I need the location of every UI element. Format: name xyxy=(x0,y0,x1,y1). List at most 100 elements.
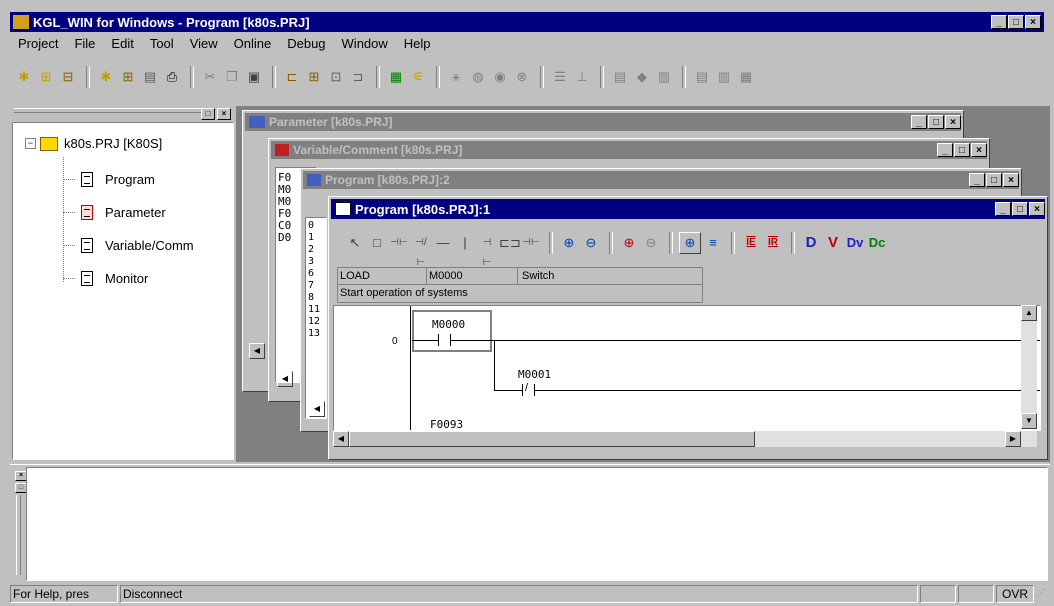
resize-grip[interactable]: ⋰ xyxy=(1036,586,1048,602)
menu-view[interactable]: View xyxy=(190,36,218,56)
window-icon[interactable] xyxy=(275,144,289,156)
window-icon-4[interactable]: ⊐ xyxy=(348,67,368,87)
window-icon-3[interactable]: ⊡ xyxy=(326,67,346,87)
contact-nc-icon[interactable]: ⊣/⊢ xyxy=(411,233,431,268)
tree-item-parameter[interactable]: Parameter xyxy=(63,196,194,229)
list-view-icon[interactable]: ≡ xyxy=(703,233,723,253)
parameter-scroll-left[interactable]: ◀ xyxy=(249,343,265,359)
ladder-canvas[interactable]: 0 M0000 M0001 / F0093 xyxy=(333,305,1041,431)
scroll-thumb[interactable] xyxy=(349,431,755,447)
maximize-button[interactable]: □ xyxy=(1008,15,1024,29)
program2-maximize-button[interactable]: □ xyxy=(986,173,1002,187)
cut-icon[interactable]: ✂ xyxy=(200,67,220,87)
new-program-icon[interactable]: ✱ xyxy=(96,67,116,87)
zoom-in-icon[interactable]: ⊕ xyxy=(559,233,579,253)
contact-no[interactable] xyxy=(430,334,460,346)
tree-item-monitor[interactable]: Monitor xyxy=(63,262,194,295)
vertical-scrollbar[interactable]: ▲ ▼ xyxy=(1021,305,1037,429)
zoom-in-2-icon[interactable]: ⊕ xyxy=(619,233,639,253)
program1-close-button[interactable]: × xyxy=(1029,202,1045,216)
panel-close-button[interactable]: × xyxy=(217,108,231,120)
print-icon[interactable]: ⎙ xyxy=(162,67,182,87)
instruction-comment[interactable]: Switch xyxy=(518,268,554,284)
box-tool-icon[interactable]: □ xyxy=(367,233,387,253)
variable-minimize-button[interactable]: _ xyxy=(937,143,953,157)
instruction-op[interactable]: LOAD xyxy=(338,268,427,284)
list-icon-6[interactable]: ▦ xyxy=(736,67,756,87)
monitor-icon-2[interactable]: ⊥ xyxy=(572,67,592,87)
menu-tool[interactable]: Tool xyxy=(150,36,174,56)
app-icon[interactable] xyxy=(13,15,29,29)
tree-item-variable[interactable]: Variable/Comm xyxy=(63,229,194,262)
dv-icon[interactable]: Dv xyxy=(845,233,865,253)
output-text-area[interactable] xyxy=(26,467,1048,581)
window-icon-2[interactable]: ⊞ xyxy=(304,67,324,87)
contact-label[interactable]: F0093 xyxy=(430,418,463,430)
close-button[interactable]: × xyxy=(1025,15,1041,29)
list-icon-3[interactable]: ▥ xyxy=(654,67,674,87)
close-project-icon[interactable]: ⊟ xyxy=(58,67,78,87)
dc-icon[interactable]: Dc xyxy=(867,233,887,253)
horizontal-scrollbar[interactable]: ◀ ▶ xyxy=(333,431,1037,447)
program2-scroll-left[interactable]: ◀ xyxy=(309,401,325,417)
tree-root[interactable]: − k80s.PRJ [K80S] xyxy=(25,136,162,151)
window-icon-1[interactable]: ⊏ xyxy=(282,67,302,87)
save-icon[interactable]: ▤ xyxy=(140,67,160,87)
minimize-button[interactable]: _ xyxy=(991,15,1007,29)
v-icon[interactable]: V xyxy=(823,233,843,253)
menu-online[interactable]: Online xyxy=(234,36,272,56)
run-icon[interactable]: ⚹ xyxy=(446,67,466,87)
select-tool-icon[interactable]: ↖ xyxy=(345,233,365,253)
contact-label[interactable]: M0000 xyxy=(432,318,465,331)
menu-edit[interactable]: Edit xyxy=(111,36,133,56)
coil-icon[interactable]: ⊣ ⊢ xyxy=(477,233,497,268)
output-grip[interactable] xyxy=(16,495,21,575)
list-icon-5[interactable]: ▥ xyxy=(714,67,734,87)
link-icon[interactable]: ⚟ xyxy=(408,67,428,87)
ie-icon[interactable]: IE xyxy=(741,233,761,253)
window-icon[interactable] xyxy=(307,174,321,186)
collapse-icon[interactable]: − xyxy=(25,138,36,149)
new-project-icon[interactable]: ✱ xyxy=(14,67,34,87)
parameter-maximize-button[interactable]: □ xyxy=(928,115,944,129)
program2-close-button[interactable]: × xyxy=(1003,173,1019,187)
scroll-up-button[interactable]: ▲ xyxy=(1021,305,1037,321)
tree-item-program[interactable]: Program xyxy=(63,163,194,196)
menu-debug[interactable]: Debug xyxy=(287,36,325,56)
window-icon[interactable] xyxy=(249,116,265,128)
list-icon-2[interactable]: ◆ xyxy=(632,67,652,87)
zoom-out-icon[interactable]: ⊖ xyxy=(581,233,601,253)
parameter-close-button[interactable]: × xyxy=(945,115,961,129)
parameter-minimize-button[interactable]: _ xyxy=(911,115,927,129)
panel-restore-button[interactable]: □ xyxy=(201,108,215,120)
menu-file[interactable]: File xyxy=(74,36,95,56)
menu-window[interactable]: Window xyxy=(342,36,388,56)
contact-nc[interactable]: / xyxy=(494,382,554,396)
zoom-fit-icon[interactable]: ⊕ xyxy=(679,232,701,254)
monitor-icon-1[interactable]: ☰ xyxy=(550,67,570,87)
paste-icon[interactable]: ▣ xyxy=(244,67,264,87)
program1-maximize-button[interactable]: □ xyxy=(1012,202,1028,216)
copy-icon[interactable]: ❐ xyxy=(222,67,242,87)
hline-icon[interactable]: — xyxy=(433,233,453,253)
menu-help[interactable]: Help xyxy=(404,36,431,56)
scroll-right-button[interactable]: ▶ xyxy=(1005,431,1021,447)
instruction-device[interactable]: M0000 xyxy=(427,268,518,284)
variable-maximize-button[interactable]: □ xyxy=(954,143,970,157)
menu-project[interactable]: Project xyxy=(18,36,58,56)
vline-icon[interactable]: | xyxy=(455,233,475,253)
list-icon-1[interactable]: ▤ xyxy=(610,67,630,87)
reset-icon[interactable]: ⊗ xyxy=(512,67,532,87)
window-icon[interactable] xyxy=(335,202,351,216)
instruction-description[interactable]: Start operation of systems xyxy=(338,285,702,301)
program1-minimize-button[interactable]: _ xyxy=(995,202,1011,216)
contact-no-icon[interactable]: ⊣⊢ xyxy=(389,233,409,253)
open-project-icon[interactable]: ⊞ xyxy=(36,67,56,87)
scroll-left-button[interactable]: ◀ xyxy=(333,431,349,447)
ir-icon[interactable]: IR xyxy=(763,233,783,253)
variable-scroll-left[interactable]: ◀ xyxy=(277,371,293,387)
scroll-down-button[interactable]: ▼ xyxy=(1021,413,1037,429)
panel-grip[interactable] xyxy=(14,108,204,113)
invert-icon[interactable]: ⊣⊢ xyxy=(521,233,541,253)
stop-icon[interactable]: ◍ xyxy=(468,67,488,87)
